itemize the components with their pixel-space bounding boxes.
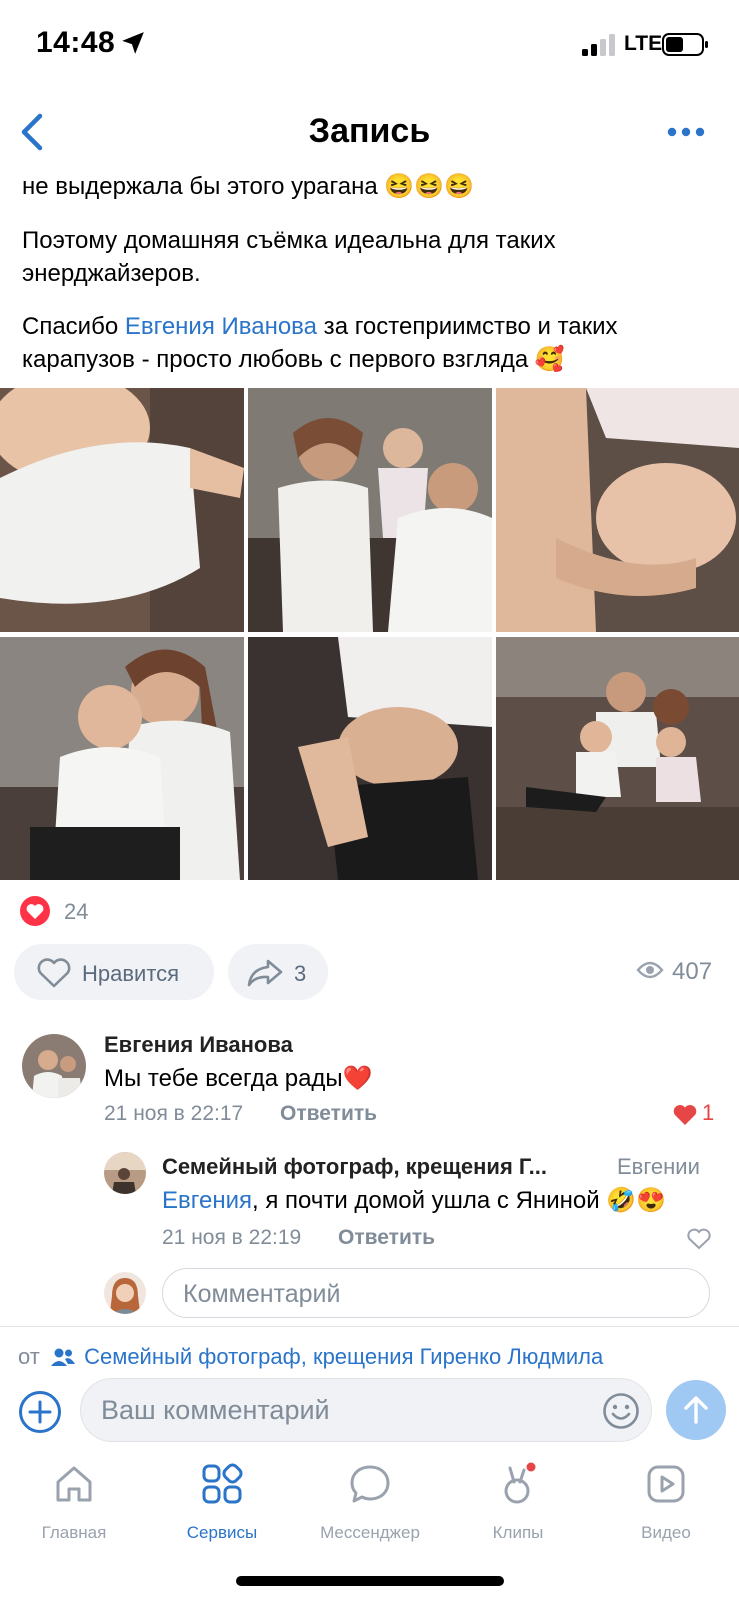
comment-author-avatar[interactable] bbox=[22, 1034, 86, 1098]
home-icon bbox=[56, 1466, 92, 1502]
video-icon bbox=[647, 1465, 685, 1503]
network-type: LTE bbox=[624, 32, 663, 55]
reply-text: Евгения, я почти домой ушла с Яниной 🤣😍 bbox=[162, 1187, 667, 1214]
signal-icon bbox=[582, 34, 615, 56]
like-button[interactable]: Нравится bbox=[14, 944, 214, 1000]
emoji-icon[interactable] bbox=[602, 1392, 640, 1430]
post-photo-2[interactable] bbox=[248, 388, 492, 632]
reply-date: 21 ноя в 22:19 bbox=[162, 1226, 302, 1249]
tab-clips[interactable]: Клипы bbox=[448, 1462, 588, 1543]
reply-author-name[interactable]: Семейный фотограф, крещения Г... bbox=[162, 1154, 547, 1180]
mention-link[interactable]: Евгения bbox=[162, 1187, 252, 1214]
post-photo-5[interactable] bbox=[248, 637, 492, 880]
divider bbox=[0, 1326, 739, 1327]
more-options-icon[interactable] bbox=[666, 124, 706, 140]
post-as-selector[interactable]: от Семейный фотограф, крещения Гиренко Л… bbox=[18, 1344, 603, 1370]
my-avatar bbox=[104, 1272, 146, 1314]
views-count: 407 bbox=[672, 958, 713, 985]
tab-home[interactable]: Главная bbox=[4, 1462, 144, 1543]
comment-input[interactable]: Комментарий bbox=[162, 1268, 710, 1318]
post-photo-1[interactable] bbox=[0, 388, 244, 632]
share-count: 3 bbox=[294, 961, 307, 986]
comment-date: 21 ноя в 22:17 bbox=[104, 1102, 244, 1125]
message-input[interactable]: Ваш комментарий bbox=[80, 1378, 652, 1442]
battery-icon bbox=[662, 33, 708, 56]
comment-text: Мы тебе всегда рады❤️ bbox=[104, 1065, 373, 1092]
tab-video[interactable]: Видео bbox=[596, 1462, 736, 1543]
tab-services[interactable]: Сервисы bbox=[152, 1462, 292, 1543]
page-title: Запись bbox=[308, 112, 431, 150]
post-text-paragraph-thanks: Спасибо Евгения Иванова за гостеприимств… bbox=[22, 313, 618, 373]
heart-outline-icon bbox=[37, 958, 71, 988]
likes-count[interactable]: 24 bbox=[64, 899, 88, 925]
post-text-line: не выдержала бы этого урагана 😆😆😆 bbox=[22, 173, 475, 200]
post-text-paragraph: Поэтому домашняя съёмка идеальна для так… bbox=[22, 227, 556, 287]
tab-messenger[interactable]: Мессенджер bbox=[300, 1462, 440, 1543]
post-photo-6[interactable] bbox=[496, 637, 739, 880]
post-photo-4[interactable] bbox=[0, 637, 244, 880]
reply-button[interactable]: Ответить bbox=[280, 1102, 377, 1126]
status-time: 14:48 bbox=[36, 26, 116, 59]
heart-filled-icon[interactable] bbox=[672, 1103, 698, 1127]
messenger-icon bbox=[350, 1465, 390, 1503]
clips-icon bbox=[504, 1462, 536, 1504]
eye-icon bbox=[636, 961, 664, 979]
reply-button[interactable]: Ответить bbox=[338, 1226, 435, 1250]
attach-plus-icon[interactable] bbox=[18, 1390, 62, 1434]
services-icon bbox=[202, 1463, 243, 1504]
heart-reaction-icon[interactable] bbox=[20, 896, 50, 926]
reply-to-label[interactable]: Евгении bbox=[617, 1154, 700, 1180]
arrow-up-icon bbox=[684, 1396, 708, 1424]
heart-outline-icon[interactable] bbox=[686, 1227, 712, 1251]
home-indicator bbox=[236, 1576, 504, 1586]
share-button[interactable]: 3 bbox=[228, 944, 328, 1000]
community-icon bbox=[50, 1348, 75, 1366]
mention-link[interactable]: Евгения Иванова bbox=[125, 313, 317, 340]
comment-author-name[interactable]: Евгения Иванова bbox=[104, 1032, 293, 1058]
send-button[interactable] bbox=[666, 1380, 726, 1440]
location-arrow-icon bbox=[122, 32, 144, 54]
post-photo-3[interactable] bbox=[496, 388, 739, 632]
like-label: Нравится bbox=[82, 961, 180, 986]
share-icon bbox=[247, 959, 283, 987]
comment-like-count: 1 bbox=[702, 1100, 715, 1125]
reply-author-avatar[interactable] bbox=[104, 1152, 146, 1194]
